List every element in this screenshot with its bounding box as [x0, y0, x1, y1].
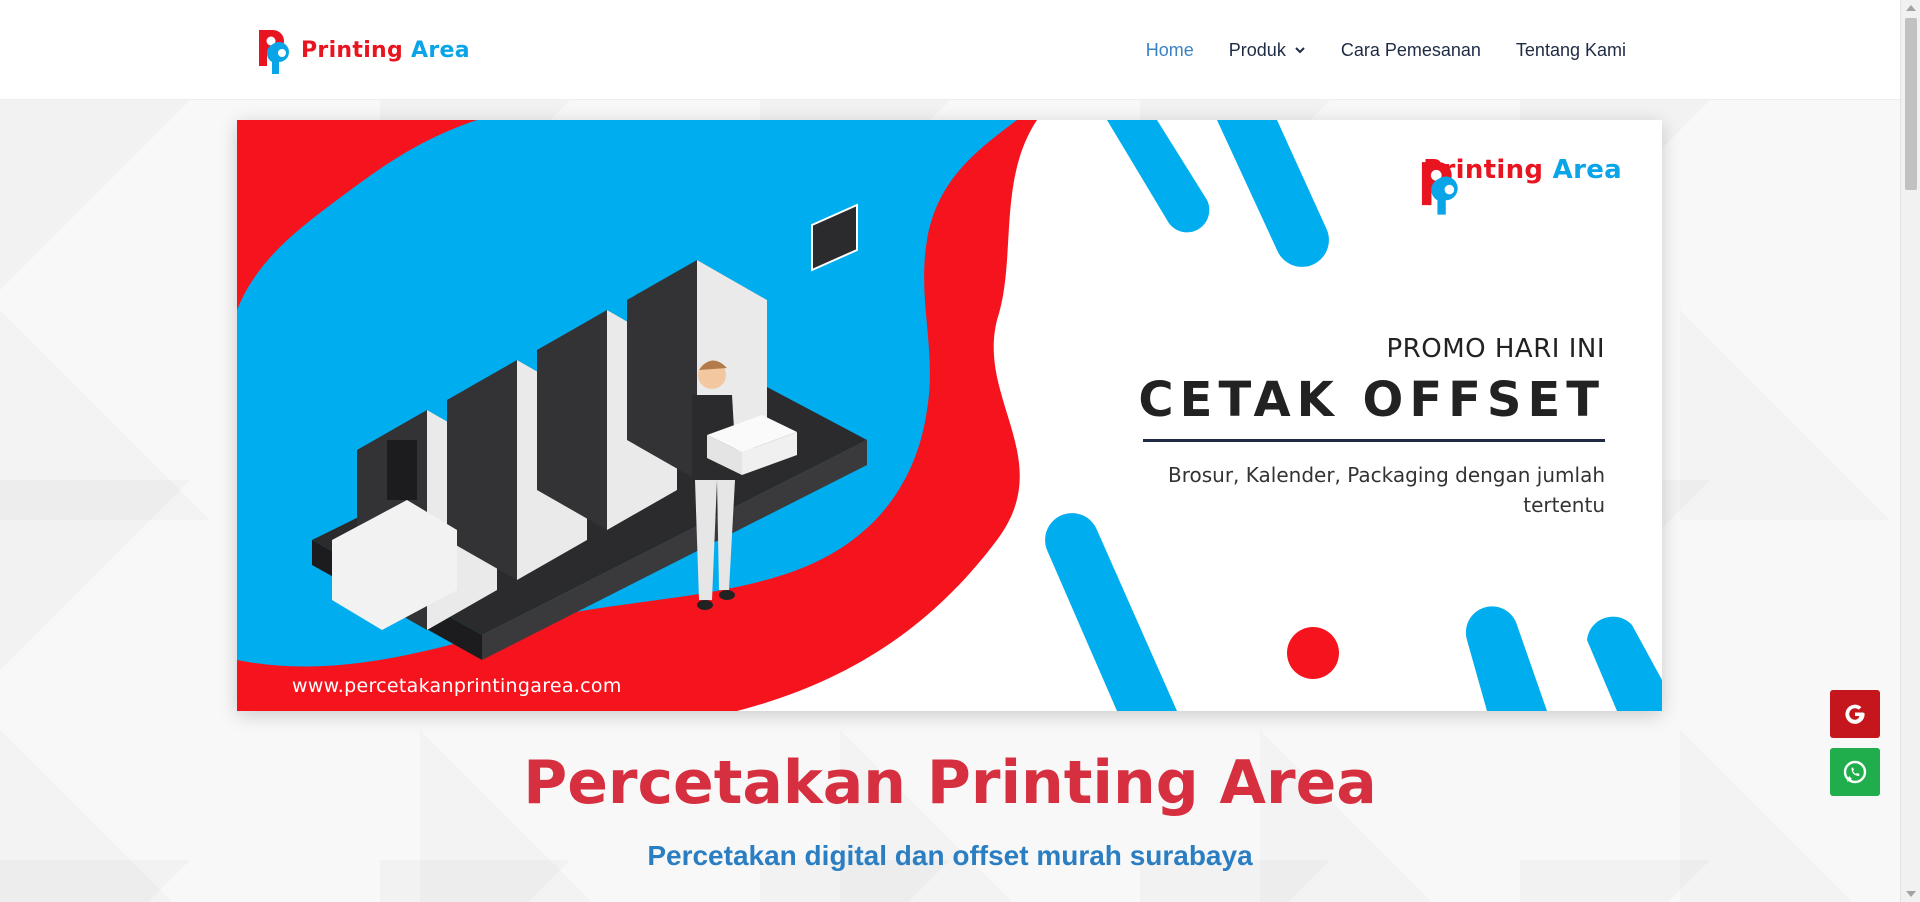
main-nav: Home Produk Cara Pemesanan Tentang Kami: [1146, 0, 1626, 100]
google-icon: [1845, 704, 1865, 724]
chevron-down-icon: [1295, 47, 1305, 54]
promo-title: CETAK OFFSET: [1138, 372, 1605, 428]
scrollbar-thumb[interactable]: [1905, 18, 1917, 190]
nav-cara-pemesanan[interactable]: Cara Pemesanan: [1341, 40, 1481, 61]
banner-logo: Printing Area: [1417, 155, 1622, 215]
page-subtitle: Percetakan digital dan offset murah sura…: [647, 840, 1253, 871]
nav-produk[interactable]: Produk: [1229, 40, 1306, 61]
nav-tentang-kami-label: Tentang Kami: [1515, 39, 1626, 60]
whatsapp-icon: [1843, 760, 1867, 784]
scroll-down-arrow-icon[interactable]: [1906, 891, 1916, 897]
promo-banner[interactable]: Printing Area PROMO HARI INI CETAK OFFSE…: [237, 120, 1662, 711]
nav-home-label: Home: [1145, 39, 1194, 60]
logo-word-1: Printing: [301, 37, 404, 63]
logo-word-2: Area: [411, 37, 470, 63]
whatsapp-button[interactable]: [1830, 748, 1880, 796]
pa-logo-icon: [259, 30, 289, 74]
google-button[interactable]: [1830, 690, 1880, 738]
banner-url: www.percetakanprintingarea.com: [292, 675, 622, 697]
scroll-up-arrow-icon[interactable]: [1906, 5, 1916, 11]
page-title: Percetakan Printing Area: [523, 748, 1377, 818]
site-header: Printing Area Home Produk Cara Pemesanan…: [0, 0, 1900, 100]
banner-logo-word-2: Area: [1552, 155, 1622, 185]
nav-produk-label: Produk: [1228, 39, 1286, 60]
promo-description: Brosur, Kalender, Packaging dengan jumla…: [1085, 460, 1605, 520]
promo-divider: [1143, 439, 1605, 442]
nav-tentang-kami[interactable]: Tentang Kami: [1516, 40, 1626, 61]
nav-home[interactable]: Home: [1146, 40, 1194, 61]
promo-desc-line-2: tertentu: [1523, 493, 1605, 517]
promo-desc-line-1: Brosur, Kalender, Packaging dengan jumla…: [1167, 463, 1605, 487]
promo-subheading: PROMO HARI INI: [1386, 334, 1605, 364]
pa-logo-icon: [1422, 162, 1458, 215]
vertical-scrollbar[interactable]: [1900, 0, 1920, 902]
nav-cara-pemesanan-label: Cara Pemesanan: [1340, 39, 1481, 60]
logo-text: Printing Area: [301, 38, 470, 63]
site-logo[interactable]: Printing Area: [255, 24, 470, 76]
